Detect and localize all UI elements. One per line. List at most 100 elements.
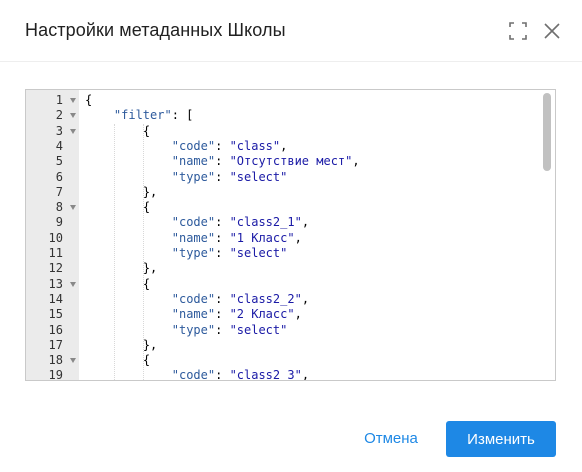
json-punctuation: : bbox=[215, 154, 230, 169]
code-line: "code": "class2_1", bbox=[172, 215, 309, 230]
line-number-text: 3 bbox=[55, 123, 63, 138]
json-key: "filter" bbox=[113, 108, 172, 123]
dialog-header: Настройки метаданных Школы bbox=[0, 0, 582, 62]
fold-toggle-icon[interactable] bbox=[70, 128, 76, 134]
line-number: 17 bbox=[26, 338, 79, 353]
line-number: 3 bbox=[26, 124, 79, 139]
line-number: 13 bbox=[26, 277, 79, 292]
fold-toggle-icon[interactable] bbox=[70, 358, 76, 364]
close-icon[interactable] bbox=[543, 22, 561, 40]
json-punctuation: }, bbox=[142, 261, 158, 276]
line-number-text: 8 bbox=[55, 200, 63, 215]
json-punctuation: , bbox=[352, 154, 360, 169]
fold-toggle-icon[interactable] bbox=[70, 205, 76, 211]
code-line: "type": "select" bbox=[172, 323, 288, 338]
json-punctuation: , bbox=[301, 368, 310, 380]
metadata-settings-dialog: Настройки метаданных Школы 1 2 3 4 5 6 7 8 9 10 11… bbox=[0, 0, 582, 472]
json-punctuation: : bbox=[215, 322, 230, 337]
json-string: "class2_3" bbox=[229, 368, 302, 380]
line-number-text: 16 bbox=[48, 322, 63, 337]
line-number-gutter: 1234567891011121314151617181920 bbox=[26, 90, 79, 380]
line-number: 10 bbox=[26, 231, 79, 246]
json-string: "select" bbox=[229, 246, 288, 260]
line-number-text: 15 bbox=[48, 307, 63, 322]
json-punctuation: : bbox=[215, 169, 230, 184]
fold-toggle-icon[interactable] bbox=[70, 98, 76, 103]
code-line: "type": "select" bbox=[172, 170, 288, 185]
line-number: 7 bbox=[26, 185, 79, 200]
code-line: "name": "2 Класс", bbox=[172, 307, 302, 322]
line-number: 18 bbox=[26, 353, 79, 368]
json-key: "code" bbox=[171, 368, 216, 380]
json-punctuation: { bbox=[142, 200, 151, 215]
code-line: "name": "1 Класс", bbox=[172, 231, 302, 246]
line-number: 15 bbox=[26, 307, 79, 322]
submit-button[interactable]: Изменить bbox=[446, 421, 556, 457]
json-string: "class2_2" bbox=[229, 291, 302, 306]
editor-scrollbar[interactable] bbox=[543, 93, 551, 171]
line-number: 11 bbox=[26, 246, 79, 261]
json-key: "code" bbox=[171, 138, 216, 153]
json-key: "type" bbox=[171, 322, 216, 337]
line-number-text: 4 bbox=[55, 138, 63, 153]
json-string: "2 Класс" bbox=[229, 307, 295, 322]
json-key: "type" bbox=[171, 246, 216, 260]
line-number: 19 bbox=[26, 368, 79, 381]
code-line: }, bbox=[143, 185, 157, 200]
fold-toggle-icon[interactable] bbox=[70, 113, 76, 119]
json-key: "code" bbox=[171, 291, 216, 306]
line-number-text: 7 bbox=[55, 184, 63, 199]
indent-guide bbox=[113, 123, 115, 380]
json-string: "1 Класс" bbox=[229, 230, 295, 245]
fullscreen-icon[interactable] bbox=[509, 22, 527, 40]
json-punctuation: { bbox=[142, 123, 151, 138]
json-string: "class2_1" bbox=[229, 215, 302, 230]
line-number-text: 14 bbox=[48, 291, 63, 306]
json-punctuation: : bbox=[215, 368, 230, 380]
code-line: "code": "class2_3", bbox=[172, 368, 309, 380]
cancel-button[interactable]: Отмена bbox=[351, 421, 431, 455]
json-key: "type" bbox=[171, 169, 216, 184]
json-string: "class" bbox=[229, 138, 281, 153]
code-line: { bbox=[85, 93, 92, 108]
line-number-text: 1 bbox=[55, 93, 63, 107]
json-punctuation: { bbox=[85, 93, 93, 107]
line-number-text: 17 bbox=[48, 337, 63, 352]
line-number: 5 bbox=[26, 154, 79, 169]
line-number-text: 12 bbox=[48, 261, 63, 276]
line-number-text: 11 bbox=[48, 246, 63, 260]
line-number-text: 9 bbox=[55, 215, 63, 230]
line-number-text: 13 bbox=[48, 276, 63, 291]
code-line: { bbox=[143, 124, 150, 139]
json-punctuation: : bbox=[215, 307, 230, 322]
code-line: "name": "Отсутствие мест", bbox=[172, 154, 360, 169]
json-key: "name" bbox=[171, 307, 216, 322]
line-number: 16 bbox=[26, 323, 79, 338]
json-code-editor[interactable]: 1234567891011121314151617181920 {"filter… bbox=[25, 89, 556, 381]
dialog-title: Настройки метаданных Школы bbox=[25, 20, 286, 40]
json-punctuation: , bbox=[301, 215, 310, 230]
json-string: "select" bbox=[229, 169, 288, 184]
line-number-text: 5 bbox=[55, 154, 63, 169]
line-number: 14 bbox=[26, 292, 79, 307]
json-key: "name" bbox=[171, 154, 216, 169]
json-punctuation: , bbox=[294, 230, 302, 245]
line-number-text: 18 bbox=[48, 353, 63, 368]
line-number: 1 bbox=[26, 93, 79, 108]
fold-toggle-icon[interactable] bbox=[70, 281, 76, 287]
line-number: 9 bbox=[26, 215, 79, 230]
json-punctuation: : bbox=[215, 138, 230, 153]
json-punctuation: , bbox=[301, 291, 310, 306]
line-number: 2 bbox=[26, 108, 79, 123]
code-line: "filter": [ bbox=[114, 108, 193, 123]
code-line: "code": "class", bbox=[172, 139, 288, 154]
json-string: "Отсутствие мест" bbox=[229, 154, 353, 169]
line-number: 12 bbox=[26, 261, 79, 276]
json-punctuation: : bbox=[215, 215, 230, 230]
json-key: "name" bbox=[171, 230, 216, 245]
json-punctuation: : bbox=[215, 230, 230, 245]
code-content[interactable]: {"filter": [{"code": "class", "name": "От… bbox=[79, 90, 539, 380]
code-line: "code": "class2_2", bbox=[172, 292, 309, 307]
json-punctuation: }, bbox=[142, 184, 158, 199]
line-number-text: 19 bbox=[48, 368, 63, 381]
